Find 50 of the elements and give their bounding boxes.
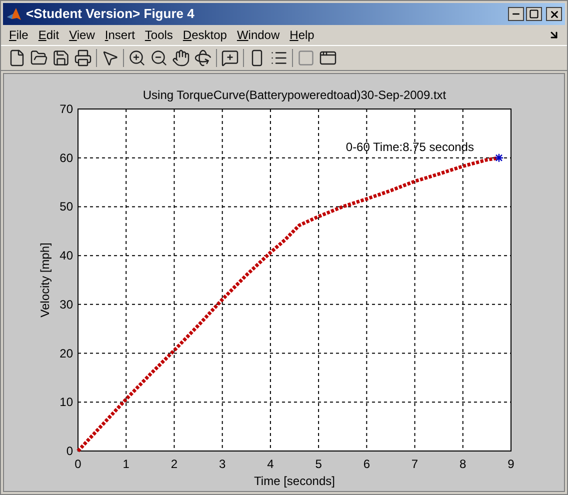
printer-icon[interactable] [74, 49, 92, 67]
pointer-icon[interactable] [101, 49, 119, 67]
x-tick-label: 7 [411, 457, 418, 471]
x-tick-label: 0 [74, 457, 82, 471]
hand-icon[interactable] [172, 49, 190, 67]
menu-item[interactable]: View [64, 26, 100, 44]
x-tick-label: 6 [363, 457, 370, 471]
rotate-icon[interactable] [194, 49, 212, 67]
y-tick-label: 40 [60, 248, 73, 263]
dock-arrow-icon[interactable] [548, 29, 560, 41]
zoom-out-icon[interactable] [150, 49, 168, 67]
data-cursor-icon[interactable] [221, 49, 239, 67]
x-tick-label: 4 [267, 457, 274, 471]
y-tick-label: 50 [60, 200, 73, 214]
x-tick-label: 8 [460, 457, 466, 471]
x-tick-label: 5 [315, 457, 322, 471]
menu-item[interactable]: Tools [140, 26, 178, 44]
menu-item[interactable]: Help [284, 26, 320, 44]
y-tick-label: 10 [60, 395, 73, 410]
menu-item[interactable]: Insert [100, 26, 140, 44]
maximize-icon [529, 9, 539, 19]
menu-item[interactable]: Edit [33, 26, 64, 44]
annotation-text: 0-60 Time:8.75 seconds [346, 140, 474, 154]
menu-item[interactable]: Window [232, 26, 285, 44]
open-folder-icon[interactable] [30, 49, 48, 67]
close-icon [548, 8, 560, 20]
minimize-button[interactable] [508, 7, 524, 21]
maximize-button[interactable] [526, 7, 542, 21]
x-tick-label: 9 [508, 457, 514, 471]
close-button[interactable] [546, 7, 562, 21]
menu-item[interactable]: File [4, 26, 34, 44]
chart-title: Using TorqueCurve(Batterypoweredtoad)30-Sep-2009.txt [142, 88, 446, 102]
logo-icon [6, 6, 22, 22]
x-tick-label: 3 [219, 457, 226, 471]
y-tick-label: 0 [66, 444, 73, 458]
y-axis-label: Velocity [mph] [38, 242, 52, 318]
y-tick-label: 30 [60, 297, 73, 312]
menu-item[interactable]: Desktop [178, 26, 232, 44]
x-axis-label: Time [seconds] [254, 474, 335, 488]
window-frame-icon[interactable] [319, 49, 337, 67]
y-tick-label: 70 [60, 102, 73, 116]
new-file-icon[interactable] [8, 49, 26, 67]
y-tick-label: 60 [60, 150, 73, 165]
x-tick-label: 2 [170, 457, 178, 471]
y-tick-label: 20 [60, 346, 73, 360]
save-icon[interactable] [52, 49, 70, 67]
legend-icon[interactable] [270, 49, 288, 67]
zoom-in-icon[interactable] [128, 49, 146, 67]
x-tick-label: 1 [122, 457, 130, 471]
window-title: <Student Version> Figure 4 [26, 5, 194, 24]
